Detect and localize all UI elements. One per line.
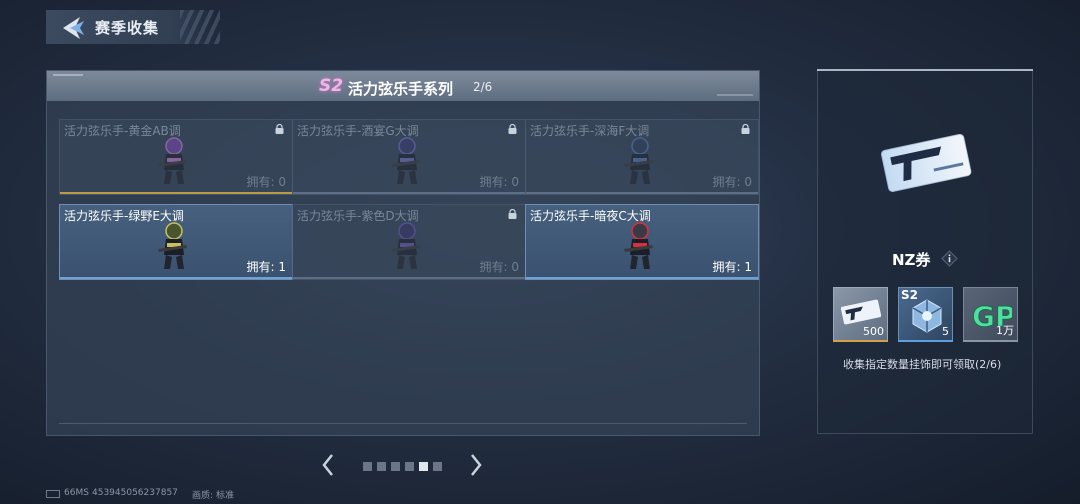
reward-description: 收集指定数量挂饰即可领取(2/6) — [843, 358, 1002, 371]
pendant-character-icon — [624, 137, 653, 184]
page-dot[interactable] — [363, 462, 372, 471]
pendant-character-icon — [391, 222, 420, 269]
nz-ticket-icon — [840, 299, 882, 325]
pendant-character-icon — [158, 137, 187, 184]
rarity-bar — [526, 192, 758, 194]
page-title: 赛季收集 — [95, 19, 160, 37]
reward-panel-top-line — [817, 69, 1033, 71]
header-decoration — [53, 74, 83, 76]
reward-name: NZ券 — [892, 251, 931, 269]
series-progress: 2/6 — [473, 80, 493, 94]
lock-icon — [275, 124, 284, 134]
collection-card[interactable]: 活力弦乐手-暗夜C大调 拥有: 1 — [525, 204, 759, 280]
rarity-bar — [833, 340, 888, 342]
reward-item-count: 500 — [863, 325, 884, 338]
lock-icon — [508, 124, 517, 134]
panel-header: S2 活力弦乐手系列 2/6 — [47, 71, 759, 101]
owned-count: 拥有: 1 — [246, 260, 287, 274]
reward-item-count: 1万 — [996, 324, 1014, 337]
reward-item-gp[interactable]: GP 1万 — [963, 287, 1018, 342]
series-title: 活力弦乐手系列 — [348, 80, 454, 98]
back-arrow-icon[interactable] — [58, 14, 86, 42]
s2-box-icon — [912, 299, 942, 333]
reward-item-count: 5 — [942, 325, 949, 338]
next-page-arrow-icon[interactable] — [468, 452, 484, 478]
signal-icon — [46, 490, 60, 498]
rarity-bar — [898, 340, 953, 342]
collection-card[interactable]: 活力弦乐手-酒宴G大调 拥有: 0 — [292, 119, 526, 195]
header-decoration — [717, 94, 753, 96]
rarity-bar — [60, 277, 292, 279]
uid-text: 453945056237857 — [92, 488, 178, 498]
pendant-character-icon — [624, 222, 653, 269]
panel-divider — [59, 423, 747, 424]
quality-label: 画质: — [192, 491, 214, 501]
season-badge: S2 — [319, 76, 344, 96]
owned-count: 拥有: 1 — [712, 260, 753, 274]
owned-count: 拥有: 0 — [479, 175, 520, 189]
rarity-bar — [293, 192, 525, 194]
owned-count: 拥有: 0 — [246, 175, 287, 189]
rarity-bar — [526, 277, 758, 279]
reward-item-s2-box[interactable]: S2 5 — [898, 287, 953, 342]
collection-card[interactable]: 活力弦乐手-黄金AB调 拥有: 0 — [59, 119, 293, 195]
lock-icon — [508, 209, 517, 219]
info-icon[interactable] — [941, 250, 958, 267]
reward-item-nz-ticket[interactable]: 500 — [833, 287, 888, 342]
owned-count: 拥有: 0 — [479, 260, 520, 274]
rarity-bar — [293, 277, 525, 279]
collection-panel: S2 活力弦乐手系列 2/6 活力弦乐手-黄金AB调 拥有: 0 活力弦乐手-酒宴G… — [46, 70, 760, 436]
page-dot[interactable] — [377, 462, 386, 471]
owned-count: 拥有: 0 — [712, 175, 753, 189]
page-dot[interactable] — [419, 462, 428, 471]
pendant-character-icon — [158, 222, 187, 269]
collection-card[interactable]: 活力弦乐手-绿野E大调 拥有: 1 — [59, 204, 293, 280]
quality-value: 标准 — [216, 491, 235, 501]
header-stripes — [180, 10, 220, 44]
rarity-bar — [963, 340, 1018, 342]
lock-icon — [741, 124, 750, 134]
page-dot[interactable] — [391, 462, 400, 471]
collection-card[interactable]: 活力弦乐手-深海F大调 拥有: 0 — [525, 119, 759, 195]
ping-text: 66MS — [64, 488, 89, 498]
nz-ticket-icon — [881, 133, 972, 193]
prev-page-arrow-icon[interactable] — [320, 452, 336, 478]
page-dot[interactable] — [433, 462, 442, 471]
rarity-bar — [60, 192, 292, 194]
pendant-character-icon — [391, 137, 420, 184]
collection-card[interactable]: 活力弦乐手-紫色D大调 拥有: 0 — [292, 204, 526, 280]
page-dot[interactable] — [405, 462, 414, 471]
